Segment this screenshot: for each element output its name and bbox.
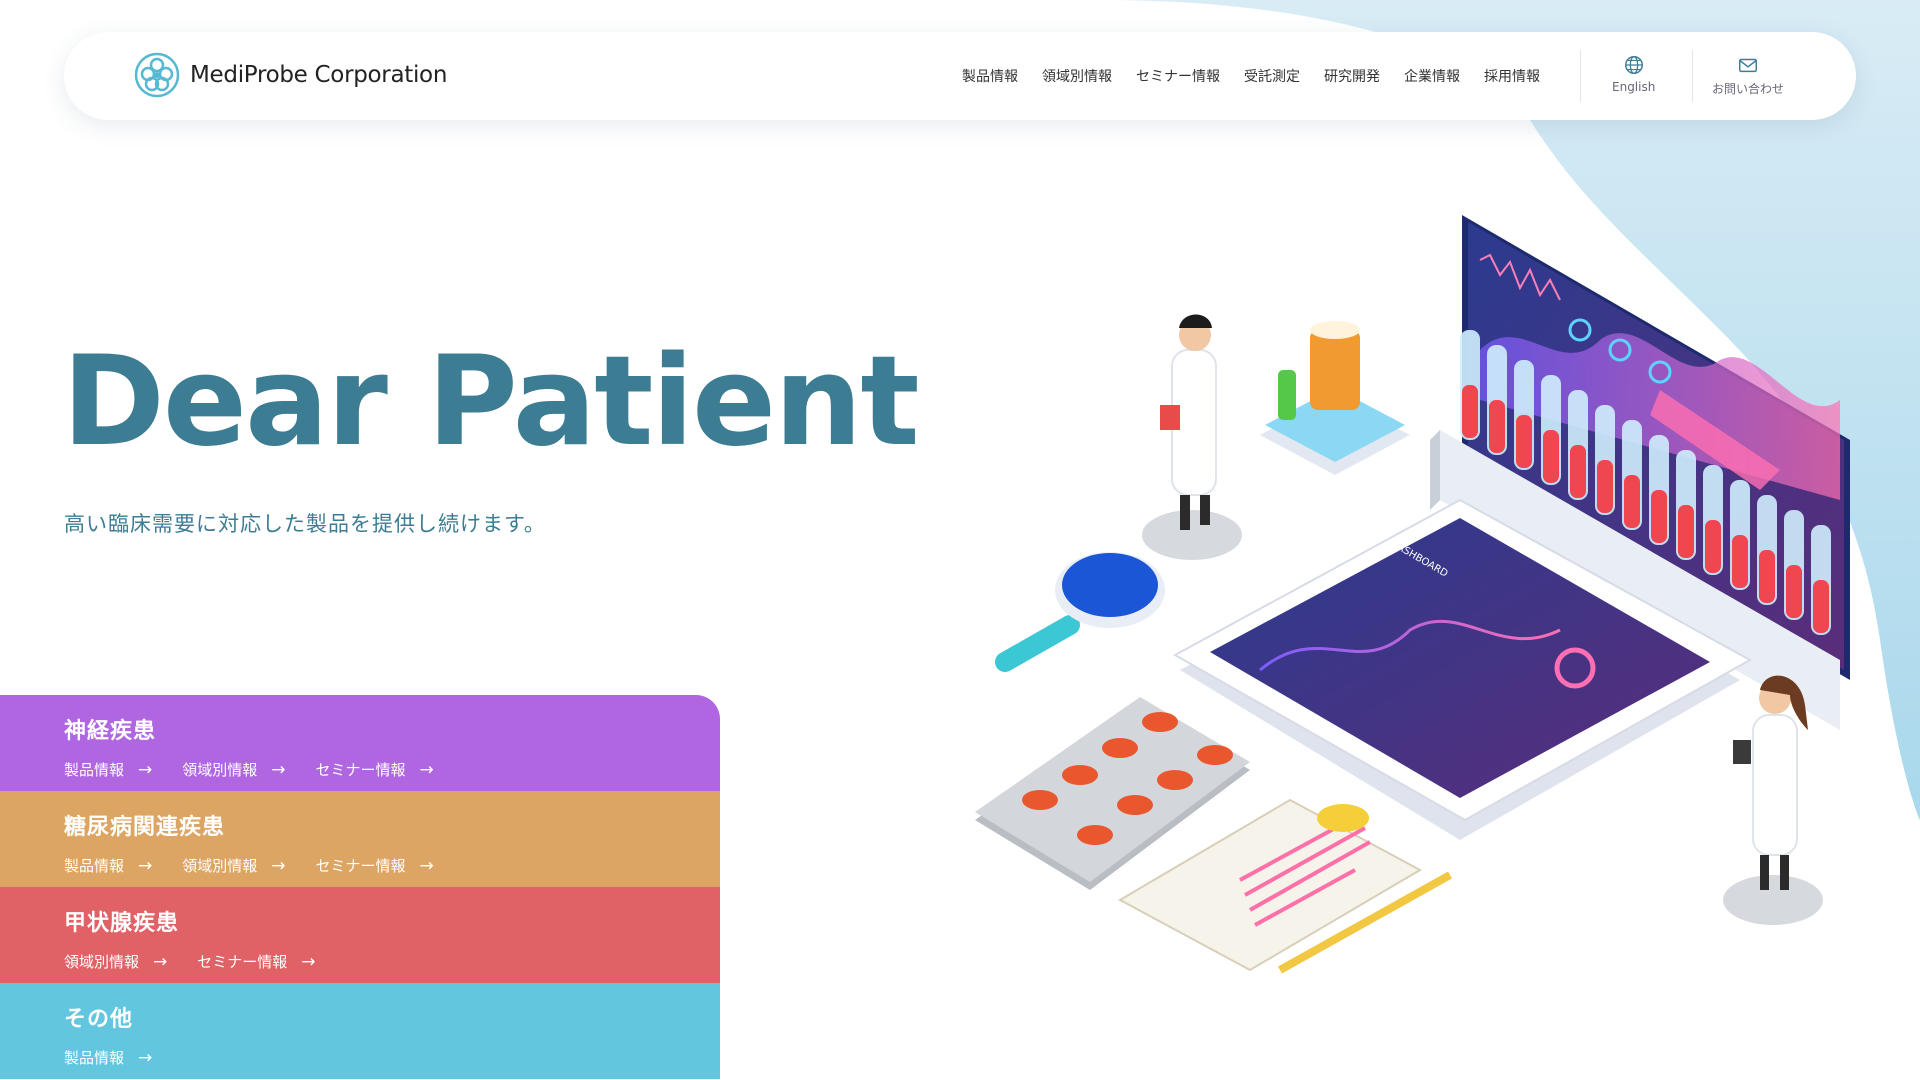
nav-item-fields[interactable]: 領域別情報 — [1042, 66, 1112, 86]
nav-item-seminars[interactable]: セミナー情報 — [1136, 66, 1220, 86]
pill-bottle — [1260, 321, 1410, 475]
hero-title: Dear Patient — [62, 330, 920, 474]
brand-name: MediProbe Corporation — [190, 62, 448, 88]
test-tube-liquid — [1759, 550, 1775, 603]
doctor-figure — [1142, 314, 1242, 560]
test-tube-liquid — [1489, 400, 1505, 453]
nav-item-careers[interactable]: 採用情報 — [1484, 66, 1540, 86]
link-label: 製品情報 — [64, 1049, 125, 1067]
test-tube-liquid — [1624, 475, 1640, 528]
nav-divider — [1692, 50, 1693, 102]
arrow-right-icon: → — [138, 1047, 153, 1068]
magnifier — [995, 552, 1165, 672]
arrow-right-icon: → — [419, 759, 434, 780]
category-diabetes: 糖尿病関連疾患 製品情報 → 領域別情報 → セミナー情報 → — [0, 791, 720, 887]
category-link-products[interactable]: 製品情報 → — [64, 1047, 152, 1068]
category-title: 甲状腺疾患 — [64, 911, 180, 936]
arrow-right-icon: → — [301, 951, 316, 972]
language-switch[interactable]: English — [1612, 54, 1655, 94]
nav-item-research[interactable]: 研究開発 — [1324, 66, 1380, 86]
link-label: セミナー情報 — [315, 761, 406, 779]
category-link-products[interactable]: 製品情報 → — [64, 759, 152, 780]
test-tube-liquid — [1678, 505, 1694, 558]
category-thyroid: 甲状腺疾患 領域別情報 → セミナー情報 → — [0, 887, 720, 983]
test-tube-liquid — [1597, 460, 1613, 513]
test-tube-liquid — [1786, 565, 1802, 618]
molecule-flower-icon — [134, 52, 180, 98]
nav-item-contract-measurement[interactable]: 受託測定 — [1244, 66, 1300, 86]
category-link-products[interactable]: 製品情報 → — [64, 855, 152, 876]
test-tube-liquid — [1732, 535, 1748, 588]
arrow-right-icon: → — [271, 759, 286, 780]
category-link-fields[interactable]: 領域別情報 → — [182, 855, 285, 876]
arrow-right-icon: → — [138, 855, 153, 876]
nav-divider — [1580, 50, 1581, 102]
globe-icon — [1624, 56, 1643, 74]
link-label: 製品情報 — [64, 761, 125, 779]
category-link-fields[interactable]: 領域別情報 → — [182, 759, 285, 780]
link-label: セミナー情報 — [197, 953, 288, 971]
main-nav: 製品情報 領域別情報 セミナー情報 受託測定 研究開発 企業情報 採用情報 — [962, 66, 1540, 86]
link-label: 領域別情報 — [64, 953, 140, 971]
contact-link[interactable]: お問い合わせ — [1712, 54, 1784, 97]
contact-label: お問い合わせ — [1712, 82, 1785, 96]
link-label: 領域別情報 — [182, 761, 258, 779]
brand-logo[interactable]: MediProbe Corporation — [134, 52, 447, 98]
arrow-right-icon: → — [271, 855, 286, 876]
site-header: MediProbe Corporation 製品情報 領域別情報 セミナー情報 … — [64, 32, 1856, 120]
category-panels: 神経疾患 製品情報 → 領域別情報 → セミナー情報 → 糖尿病関連疾患 製品情報 → … — [0, 695, 720, 1079]
category-link-seminars[interactable]: セミナー情報 → — [316, 759, 434, 780]
nav-item-company[interactable]: 企業情報 — [1404, 66, 1460, 86]
english-label: English — [1612, 80, 1656, 94]
category-title: 糖尿病関連疾患 — [64, 815, 226, 840]
test-tube-liquid — [1570, 445, 1586, 498]
test-tube-liquid — [1813, 580, 1829, 633]
arrow-right-icon: → — [153, 951, 168, 972]
link-label: セミナー情報 — [315, 857, 406, 875]
test-tube-liquid — [1705, 520, 1721, 573]
hero-subtitle: 高い臨床需要に対応した製品を提供し続けます。 — [64, 512, 546, 536]
category-other: その他 製品情報 → — [0, 983, 720, 1079]
category-neuro: 神経疾患 製品情報 → 領域別情報 → セミナー情報 → — [0, 695, 720, 791]
category-title: 神経疾患 — [64, 719, 157, 744]
mail-icon — [1739, 58, 1757, 73]
doctor-figure — [1723, 675, 1823, 925]
page: MediProbe Corporation 製品情報 領域別情報 セミナー情報 … — [0, 0, 1920, 1080]
category-title: その他 — [64, 1007, 134, 1032]
category-link-fields[interactable]: 領域別情報 → — [64, 951, 167, 972]
nav-item-products[interactable]: 製品情報 — [962, 66, 1018, 86]
arrow-right-icon: → — [419, 855, 434, 876]
test-tube-liquid — [1651, 490, 1667, 543]
test-tube-liquid — [1543, 430, 1559, 483]
hero-illustration: DASHBOARD — [975, 215, 1850, 974]
category-link-seminars[interactable]: セミナー情報 → — [197, 951, 315, 972]
link-label: 製品情報 — [64, 857, 125, 875]
category-link-seminars[interactable]: セミナー情報 → — [316, 855, 434, 876]
test-tube-liquid — [1462, 385, 1478, 438]
arrow-right-icon: → — [138, 759, 153, 780]
link-label: 領域別情報 — [182, 857, 258, 875]
test-tube-liquid — [1516, 415, 1532, 468]
